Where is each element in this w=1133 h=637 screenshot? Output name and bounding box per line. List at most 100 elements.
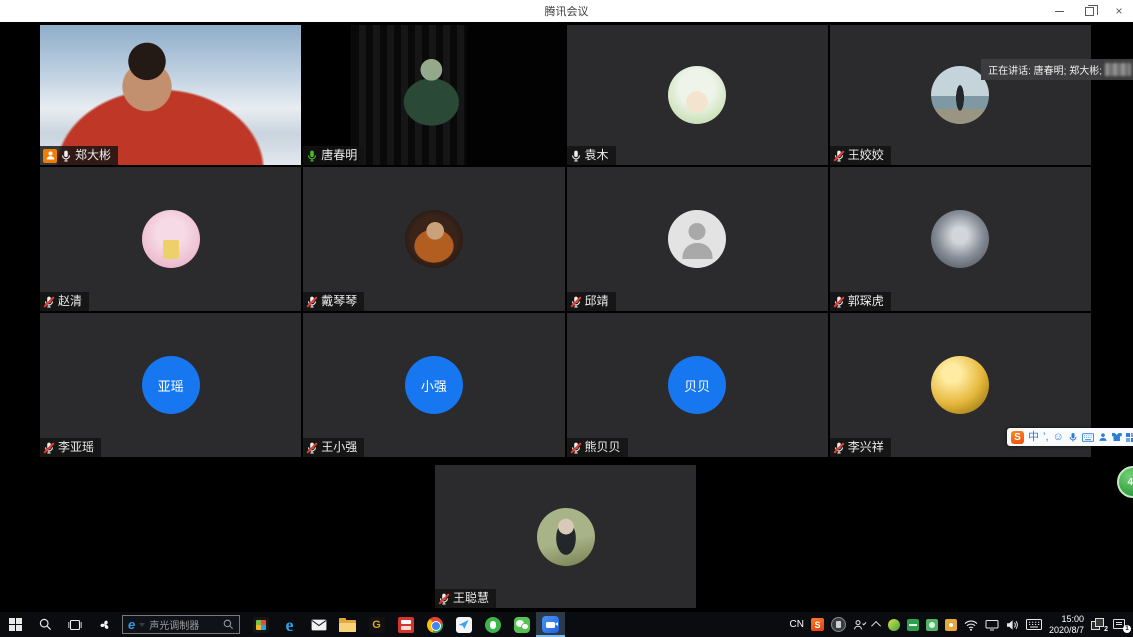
participant-avatar: 小强 bbox=[405, 356, 463, 414]
participant-avatar bbox=[40, 25, 301, 165]
microsoft-store-icon[interactable] bbox=[246, 612, 275, 637]
tray-time: 15:00 bbox=[1049, 614, 1084, 625]
search-button[interactable] bbox=[30, 612, 60, 637]
participant-tile[interactable]: 郑大彬 bbox=[40, 25, 301, 165]
tray-clock[interactable]: 15:00 2020/8/7 bbox=[1049, 614, 1084, 636]
mic-status-icon bbox=[43, 296, 55, 308]
multi-window-tray-icon[interactable]: 2 bbox=[1091, 618, 1106, 631]
participant-tile[interactable]: 戴琴琴 bbox=[303, 167, 564, 311]
host-badge-icon bbox=[43, 149, 57, 163]
participant-tile[interactable]: 王姣姣 bbox=[830, 25, 1091, 165]
round-tray-app-icon[interactable] bbox=[831, 617, 846, 632]
green-circle-app-icon[interactable] bbox=[478, 612, 507, 637]
wechat-icon[interactable] bbox=[507, 612, 536, 637]
sogou-tray-icon[interactable]: S bbox=[811, 618, 824, 631]
mic-status-icon bbox=[570, 442, 582, 454]
participant-tile[interactable]: 郭琛虎 bbox=[830, 167, 1091, 311]
mail-icon[interactable] bbox=[304, 612, 333, 637]
participant-name: 王姣姣 bbox=[848, 147, 884, 164]
mic-status-icon bbox=[833, 442, 845, 454]
tray-app-green-round-icon[interactable] bbox=[926, 619, 938, 631]
taskbar-search-box[interactable]: e 声光调制器 bbox=[122, 615, 240, 634]
punctuation-toggle-icon[interactable]: ’, bbox=[1043, 432, 1049, 443]
mic-status-icon bbox=[60, 150, 72, 162]
participant-nametag: 熊贝贝 bbox=[567, 438, 628, 457]
mic-status-icon bbox=[833, 296, 845, 308]
task-view-button[interactable] bbox=[60, 612, 90, 637]
participant-avatar bbox=[405, 210, 463, 268]
participant-nametag: 袁木 bbox=[567, 146, 616, 165]
file-explorer-icon[interactable] bbox=[333, 612, 362, 637]
participant-tile[interactable]: 小强 王小强 bbox=[303, 313, 564, 457]
touch-keyboard-icon[interactable] bbox=[1026, 619, 1042, 630]
participant-tile[interactable]: 唐春明 bbox=[303, 25, 564, 165]
input-mode-chinese[interactable]: 中 bbox=[1028, 432, 1039, 443]
pinned-app-swirl-icon[interactable] bbox=[90, 612, 120, 637]
participant-name: 唐春明 bbox=[321, 147, 357, 164]
chrome-icon[interactable] bbox=[420, 612, 449, 637]
participant-nametag: 王小强 bbox=[303, 438, 364, 457]
participant-tile[interactable]: 贝贝 熊贝贝 bbox=[567, 313, 828, 457]
floating-score-badge[interactable]: 48 bbox=[1117, 466, 1133, 498]
voice-input-icon[interactable] bbox=[1068, 432, 1078, 443]
tray-app-orange-icon[interactable] bbox=[945, 619, 957, 631]
profile-icon[interactable] bbox=[1098, 432, 1108, 442]
participant-tile[interactable]: 袁木 bbox=[567, 25, 828, 165]
participant-name: 戴琴琴 bbox=[321, 293, 357, 310]
participant-name: 李亚瑶 bbox=[58, 439, 94, 456]
tray-app-green-yellow-icon[interactable] bbox=[888, 619, 900, 631]
language-indicator[interactable]: CN bbox=[790, 619, 804, 630]
participant-nametag: 戴琴琴 bbox=[303, 292, 364, 311]
edge-icon[interactable]: e bbox=[275, 612, 304, 637]
participant-name: 王小强 bbox=[321, 439, 357, 456]
toolbox-grid-icon[interactable] bbox=[1126, 433, 1133, 442]
tray-app-green-card-icon[interactable] bbox=[907, 619, 919, 631]
window-titlebar: 腾讯会议 × bbox=[0, 0, 1133, 22]
tencent-meeting-taskbar-icon[interactable] bbox=[536, 612, 565, 637]
mic-status-icon bbox=[306, 150, 318, 162]
cast-icon[interactable] bbox=[985, 619, 999, 631]
participant-name: 郑大彬 bbox=[75, 147, 111, 164]
participant-tile[interactable]: 赵清 bbox=[40, 167, 301, 311]
avatar-initials: 小强 bbox=[421, 376, 447, 395]
speaking-toast-text: 正在讲话: 唐春明; 郑大彬; bbox=[988, 62, 1102, 77]
participant-avatar: 贝贝 bbox=[668, 356, 726, 414]
volume-icon[interactable] bbox=[1006, 619, 1019, 631]
system-tray: CN S 15:00 202 bbox=[790, 614, 1133, 636]
participant-tile[interactable]: 邱靖 bbox=[567, 167, 828, 311]
minimize-button[interactable] bbox=[1051, 3, 1067, 19]
mic-status-icon bbox=[43, 442, 55, 454]
soft-keyboard-icon[interactable] bbox=[1082, 433, 1094, 442]
skin-shirt-icon[interactable] bbox=[1112, 433, 1122, 441]
sogou-input-toolbar[interactable]: S 中 ’, ☺ bbox=[1007, 428, 1133, 446]
tencent-meeting-window: 腾讯会议 × 郑大彬 bbox=[0, 0, 1133, 637]
participant-nametag: 郭琛虎 bbox=[830, 292, 891, 311]
sogou-logo-icon[interactable]: S bbox=[1011, 431, 1024, 444]
action-center-icon[interactable]: 1 bbox=[1113, 618, 1128, 631]
avatar-initials: 贝贝 bbox=[684, 376, 710, 395]
red-chinese-app-icon[interactable] bbox=[391, 612, 420, 637]
people-icon[interactable] bbox=[853, 619, 867, 631]
participant-name: 邱靖 bbox=[585, 293, 609, 310]
close-button[interactable]: × bbox=[1111, 3, 1127, 19]
participant-tile[interactable]: 亚瑶 李亚瑶 bbox=[40, 313, 301, 457]
video-grid: 郑大彬 唐春明 bbox=[40, 25, 1091, 457]
participant-avatar bbox=[668, 210, 726, 268]
app-title: 腾讯会议 bbox=[0, 3, 1133, 19]
wifi-icon[interactable] bbox=[964, 619, 978, 631]
mic-status-icon bbox=[306, 296, 318, 308]
participant-name: 袁木 bbox=[585, 147, 609, 164]
participant-avatar bbox=[142, 210, 200, 268]
participant-name: 王聪慧 bbox=[453, 590, 489, 607]
window-controls: × bbox=[1051, 0, 1127, 22]
participant-tile[interactable]: 王聪慧 bbox=[435, 465, 696, 608]
mic-status-icon bbox=[570, 150, 582, 162]
emoji-icon[interactable]: ☺ bbox=[1053, 432, 1064, 443]
g-app-icon[interactable]: G bbox=[362, 612, 391, 637]
search-query-text: 声光调制器 bbox=[149, 617, 199, 632]
start-button[interactable] bbox=[0, 612, 30, 637]
restore-button[interactable] bbox=[1081, 3, 1097, 19]
hidden-icons-chevron[interactable] bbox=[871, 621, 881, 631]
participant-nametag: 唐春明 bbox=[303, 146, 364, 165]
blue-bird-app-icon[interactable] bbox=[449, 612, 478, 637]
